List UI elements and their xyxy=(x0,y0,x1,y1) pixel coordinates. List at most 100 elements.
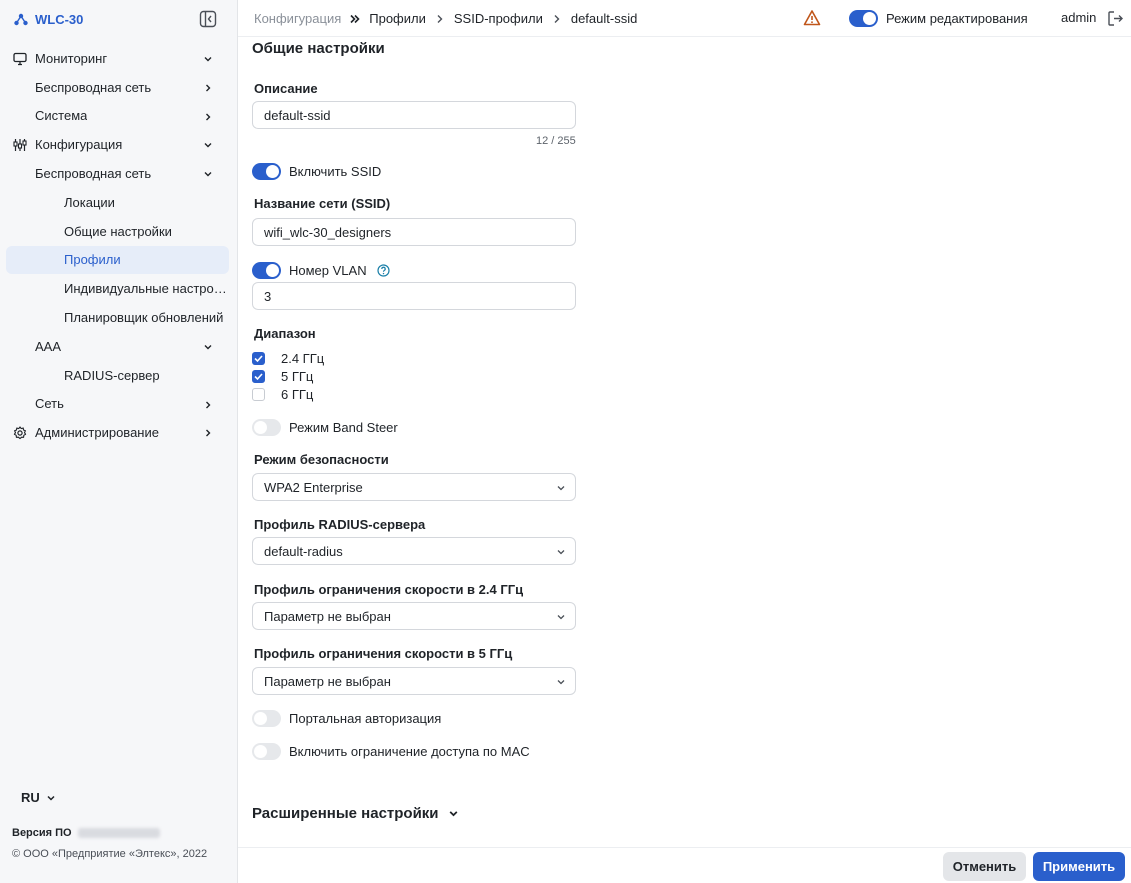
sliders-icon xyxy=(13,139,27,152)
version-value-redacted xyxy=(77,828,160,838)
action-bar: Отменить Применить xyxy=(238,847,1131,883)
radius-value: default-radius xyxy=(264,543,343,559)
app-window: WLC-30 Мониторинг Беспроводная сеть Систем… xyxy=(0,0,1131,883)
edit-mode-toggle[interactable] xyxy=(849,10,878,27)
portal-row: Портальная авторизация xyxy=(252,710,441,727)
chevron-down-icon xyxy=(557,550,565,555)
mac-toggle[interactable] xyxy=(252,743,281,760)
sidebar-item[interactable]: Беспроводная сеть xyxy=(0,159,237,188)
breadcrumb-item[interactable]: Конфигурация xyxy=(254,11,341,26)
breadcrumb: Конфигурация Профили SSID-профили defaul… xyxy=(254,11,637,26)
sidebar-item[interactable]: Локации xyxy=(0,188,237,217)
chevron-right-icon xyxy=(206,429,211,437)
band-5-label: 5 ГГц xyxy=(281,369,314,384)
sidebar-item[interactable]: Система xyxy=(0,102,237,131)
band-steer-row: Режим Band Steer xyxy=(252,419,398,436)
sidebar-item-label: Беспроводная сеть xyxy=(35,79,152,95)
chevron-down-icon xyxy=(204,57,212,62)
description-input[interactable]: default-ssid xyxy=(252,101,576,129)
description-counter: 12 / 255 xyxy=(536,135,576,147)
sidebar-item[interactable]: Беспроводная сеть xyxy=(0,73,237,102)
chevron-down-icon xyxy=(449,811,457,817)
breadcrumb-current: default-ssid xyxy=(570,11,638,26)
sidebar-item-label: Планировщик обновлений xyxy=(64,310,224,326)
app-title: WLC-30 xyxy=(35,11,84,27)
band-steer-label: Режим Band Steer xyxy=(289,420,398,435)
edit-mode-label: Режим редактирования xyxy=(886,11,1028,26)
chevron-down-icon xyxy=(557,486,565,491)
sidebar-item[interactable]: Конфигурация xyxy=(0,130,237,159)
language-label: RU xyxy=(21,790,40,805)
mac-row: Включить ограничение доступа по MAC xyxy=(252,743,530,760)
version-label: Версия ПО xyxy=(12,827,72,839)
security-select[interactable]: WPA2 Enterprise xyxy=(252,473,576,501)
ssid-name-input[interactable]: wifi_wlc-30_designers xyxy=(252,218,576,246)
sidebar-item-label: Администрирование xyxy=(35,425,159,441)
firmware-version: Версия ПО xyxy=(12,827,160,839)
security-value: WPA2 Enterprise xyxy=(264,479,363,495)
sidebar-item-label: Конфигурация xyxy=(35,137,123,153)
help-icon[interactable] xyxy=(376,264,390,277)
double-chevron-right-icon xyxy=(350,14,360,23)
chevron-right-icon xyxy=(206,84,211,92)
chevron-right-icon xyxy=(437,14,443,23)
band-label: Диапазон xyxy=(254,326,316,341)
apply-button[interactable]: Применить xyxy=(1033,852,1125,881)
chevron-down-icon xyxy=(204,172,212,177)
sidebar-item-label: RADIUS-сервер xyxy=(64,367,160,383)
portal-toggle[interactable] xyxy=(252,710,281,727)
band-24-checkbox[interactable] xyxy=(252,352,265,365)
cancel-button[interactable]: Отменить xyxy=(943,852,1026,881)
sidebar-item[interactable]: Сеть xyxy=(0,390,237,419)
section-title: Общие настройки xyxy=(252,40,385,57)
sidebar-item[interactable]: Профили xyxy=(6,245,229,275)
band-option: 2.4 ГГц xyxy=(252,351,324,366)
warning-icon[interactable] xyxy=(803,9,821,27)
sidebar-item[interactable]: Планировщик обновлений xyxy=(0,303,237,332)
band-option: 5 ГГц xyxy=(252,369,313,384)
top-bar: Конфигурация Профили SSID-профили defaul… xyxy=(238,0,1131,37)
band-6-checkbox[interactable] xyxy=(252,388,265,401)
brand[interactable]: WLC-30 xyxy=(14,10,83,28)
sidebar-item[interactable]: Администрирование xyxy=(0,418,237,447)
band-option: 6 ГГц xyxy=(252,387,313,402)
rate5-value: Параметр не выбран xyxy=(264,673,391,689)
breadcrumb-item[interactable]: SSID-профили xyxy=(454,11,543,26)
chevron-down-icon xyxy=(557,615,565,620)
enable-ssid-toggle[interactable] xyxy=(252,163,281,180)
copyright: © ООО «Предприятие «Элтекс», 2022 xyxy=(12,848,208,860)
sidebar-item[interactable]: Индивидуальные настройки xyxy=(0,274,237,303)
rate5-label: Профиль ограничения скорости в 5 ГГц xyxy=(254,646,513,661)
logout-icon[interactable] xyxy=(1107,10,1124,27)
band-6-label: 6 ГГц xyxy=(281,387,314,402)
sidebar-nav: Мониторинг Беспроводная сеть Система Конфиг… xyxy=(0,44,237,447)
vlan-row: Номер VLAN xyxy=(252,262,390,279)
rate5-select[interactable]: Параметр не выбран xyxy=(252,667,576,695)
sidebar-item[interactable]: Мониторинг xyxy=(0,44,237,73)
vlan-input[interactable]: 3 xyxy=(252,282,576,310)
sidebar-item-label: AAA xyxy=(35,338,62,354)
language-selector[interactable]: RU xyxy=(21,790,56,805)
vlan-toggle[interactable] xyxy=(252,262,281,279)
rate24-select[interactable]: Параметр не выбран xyxy=(252,602,576,630)
band-24-label: 2.4 ГГц xyxy=(281,351,325,366)
network-logo-icon xyxy=(14,13,28,25)
band-steer-toggle[interactable] xyxy=(252,419,281,436)
sidebar-item[interactable]: Общие настройки xyxy=(0,217,237,246)
collapse-sidebar-icon[interactable] xyxy=(199,10,217,28)
chevron-down-icon xyxy=(204,143,212,148)
user-name[interactable]: admin xyxy=(1061,10,1096,25)
band-5-checkbox[interactable] xyxy=(252,370,265,383)
sidebar: WLC-30 Мониторинг Беспроводная сеть Систем… xyxy=(0,0,238,883)
sidebar-item-label: Мониторинг xyxy=(35,50,108,66)
monitor-icon xyxy=(13,52,27,66)
advanced-settings-toggle[interactable]: Расширенные настройки xyxy=(252,805,459,822)
edit-mode-control: Режим редактирования xyxy=(849,10,1028,27)
radius-select[interactable]: default-radius xyxy=(252,537,576,565)
sidebar-item[interactable]: AAA xyxy=(0,332,237,361)
breadcrumb-item[interactable]: Профили xyxy=(369,11,426,26)
enable-ssid-row: Включить SSID xyxy=(252,163,381,180)
sidebar-item-label: Общие настройки xyxy=(64,223,172,239)
advanced-settings-label: Расширенные настройки xyxy=(252,805,439,822)
sidebar-item[interactable]: RADIUS-сервер xyxy=(0,361,237,390)
